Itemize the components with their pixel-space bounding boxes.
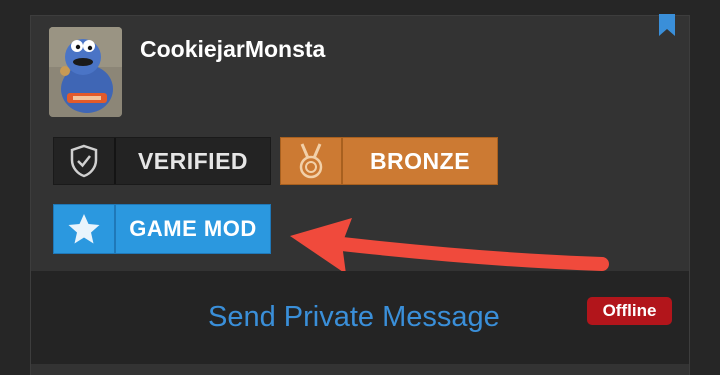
- send-private-message-link[interactable]: Send Private Message: [208, 301, 500, 334]
- avatar[interactable]: [49, 27, 122, 117]
- medal-icon: [281, 138, 343, 184]
- bronze-badge: BRONZE: [280, 137, 498, 185]
- cookie-monster-avatar: [49, 27, 122, 117]
- username[interactable]: CookiejarMonsta: [140, 36, 325, 63]
- star-icon: [54, 205, 116, 253]
- badge-label: VERIFIED: [137, 147, 249, 174]
- verified-badge: VERIFIED: [53, 137, 271, 185]
- badge-label: GAME MOD: [129, 216, 257, 241]
- bookmark-icon[interactable]: [658, 14, 676, 36]
- status-badge: Offline: [587, 297, 672, 325]
- shield-check-icon: [54, 138, 116, 184]
- badge-label: BRONZE: [369, 147, 471, 174]
- game-mod-badge: GAME MOD: [53, 204, 271, 254]
